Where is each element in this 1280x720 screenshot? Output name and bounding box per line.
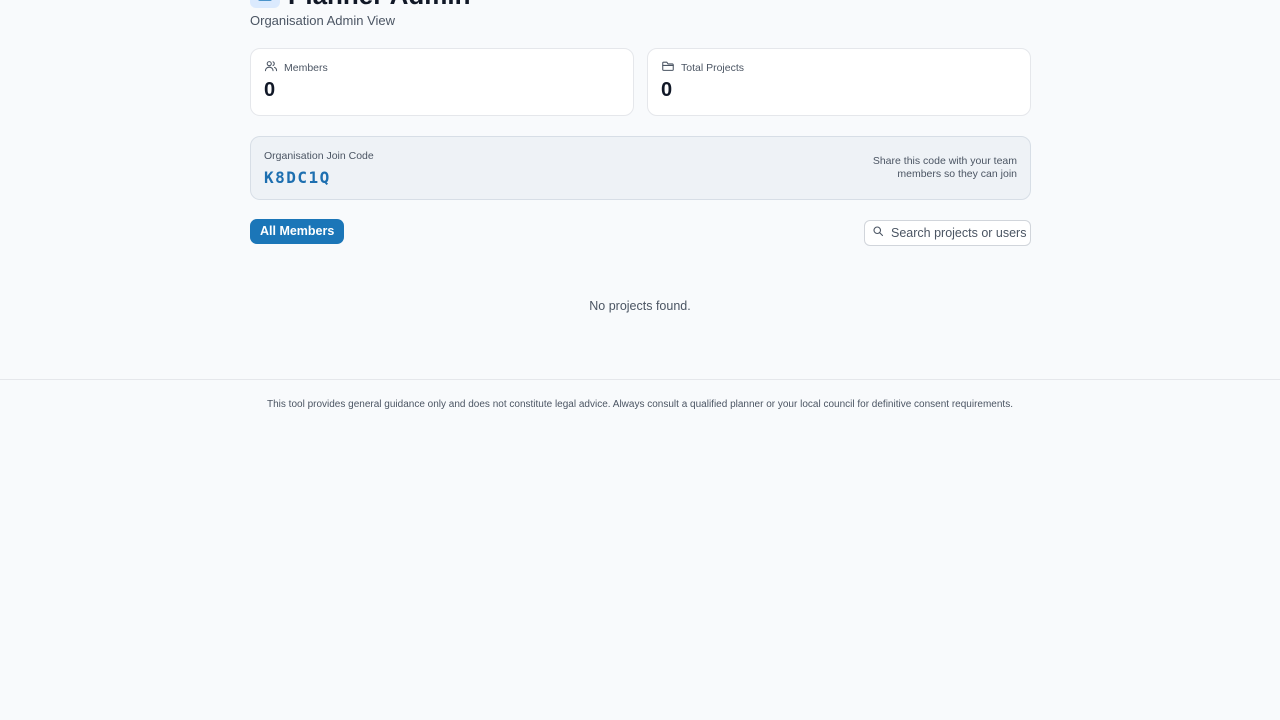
app-logo-icon	[250, 0, 280, 8]
members-count: 0	[264, 79, 276, 101]
members-label: Members	[284, 62, 328, 74]
tab-all-members[interactable]: All Members	[250, 219, 345, 244]
empty-state-message: No projects found.	[589, 299, 691, 313]
page-header: Planner Admin	[250, 0, 471, 8]
folder-icon	[661, 59, 675, 78]
search-input[interactable]	[891, 226, 1030, 240]
projects-stat-card: Total Projects 0	[647, 48, 1031, 116]
projects-label: Total Projects	[681, 62, 745, 74]
search-icon	[872, 224, 884, 242]
members-stat-card: Members 0	[250, 48, 634, 116]
join-code-card: Organisation Join Code K8DC1Q Share this…	[250, 136, 1031, 200]
projects-count: 0	[661, 79, 673, 101]
footer-disclaimer: This tool provides general guidance only…	[267, 399, 1013, 410]
footer-divider	[0, 379, 1280, 380]
users-icon	[264, 59, 278, 78]
join-code-hint: Share this code with your team members s…	[872, 155, 1017, 180]
page-title: Planner Admin	[288, 0, 471, 8]
search-box[interactable]	[864, 220, 1031, 246]
page-subtitle: Organisation Admin View	[250, 13, 396, 28]
